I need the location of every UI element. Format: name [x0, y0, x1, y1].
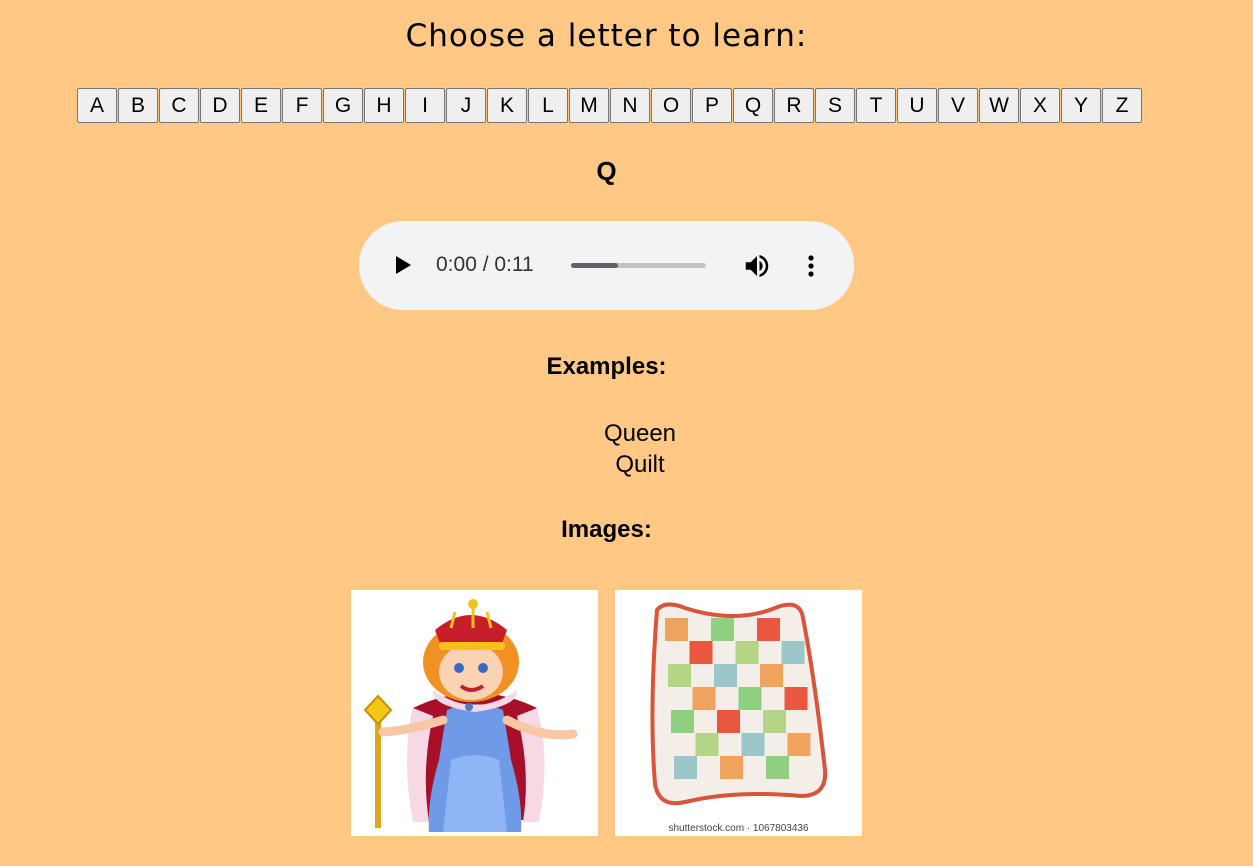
letter-button-x[interactable]: X: [1020, 88, 1060, 123]
quilt-square: [720, 756, 743, 779]
letter-button-n[interactable]: N: [610, 88, 650, 123]
letter-button-f[interactable]: F: [282, 88, 322, 123]
quilt-square: [784, 687, 808, 710]
letter-button-y[interactable]: Y: [1061, 88, 1101, 123]
letter-button-e[interactable]: E: [241, 88, 281, 123]
letter-button-j[interactable]: J: [446, 88, 486, 123]
letter-button-t[interactable]: T: [856, 88, 896, 123]
letter-button-g[interactable]: G: [323, 88, 363, 123]
letter-button-row: ABCDEFGHIJKLMNOPQRSTUVWXYZ: [77, 88, 1143, 123]
queen-image: [351, 590, 598, 836]
letter-button-m[interactable]: M: [569, 88, 609, 123]
quilt-square: [665, 618, 688, 641]
letter-button-w[interactable]: W: [979, 88, 1019, 123]
letter-button-z[interactable]: Z: [1102, 88, 1142, 123]
quilt-square: [711, 618, 734, 641]
quilt-square: [781, 641, 805, 664]
quilt-square: [760, 664, 783, 687]
letter-button-u[interactable]: U: [897, 88, 937, 123]
more-vertical-icon[interactable]: [801, 253, 821, 279]
quilt-square: [689, 641, 713, 664]
letter-button-h[interactable]: H: [364, 88, 404, 123]
quilt-square: [757, 618, 780, 641]
letter-button-q[interactable]: Q: [733, 88, 773, 123]
letter-button-l[interactable]: L: [528, 88, 568, 123]
quilt-square: [717, 710, 740, 733]
quilt-square: [668, 664, 691, 687]
images-heading: Images:: [561, 516, 652, 543]
image-watermark: shutterstock.com · 1067803436: [668, 823, 809, 834]
letter-button-p[interactable]: P: [692, 88, 732, 123]
quilt-square: [671, 710, 694, 733]
quilt-square: [738, 687, 762, 710]
quilt-image: shutterstock.com · 1067803436: [615, 590, 862, 836]
letter-button-r[interactable]: R: [774, 88, 814, 123]
quilt-square: [763, 710, 786, 733]
quilt-square: [674, 756, 697, 779]
letter-button-d[interactable]: D: [200, 88, 240, 123]
selected-letter-heading: Q: [596, 156, 617, 186]
letter-button-o[interactable]: O: [651, 88, 691, 123]
letter-button-c[interactable]: C: [159, 88, 199, 123]
quilt-square: [766, 756, 789, 779]
quilt-square: [695, 733, 719, 756]
letter-button-v[interactable]: V: [938, 88, 978, 123]
audio-player[interactable]: 0:00 / 0:11: [359, 221, 854, 310]
quilt-square: [735, 641, 759, 664]
play-icon[interactable]: [396, 256, 411, 274]
example-list: Queen Quilt: [540, 418, 740, 480]
audio-time: 0:00 / 0:11: [436, 253, 534, 276]
page-title: Choose a letter to learn:: [405, 18, 808, 54]
letter-button-k[interactable]: K: [487, 88, 527, 123]
letter-button-s[interactable]: S: [815, 88, 855, 123]
examples-heading: Examples:: [546, 353, 667, 380]
letter-button-a[interactable]: A: [77, 88, 117, 123]
volume-icon[interactable]: [742, 251, 772, 281]
example-item: Quilt: [615, 451, 665, 478]
quilt-square: [787, 733, 811, 756]
letter-button-b[interactable]: B: [118, 88, 158, 123]
audio-progress-bar[interactable]: [571, 263, 706, 268]
quilt-square: [741, 733, 765, 756]
audio-progress-fill: [571, 263, 619, 268]
letter-button-i[interactable]: I: [405, 88, 445, 123]
quilt-square: [692, 687, 716, 710]
example-item: Queen: [603, 420, 677, 447]
quilt-square: [714, 664, 737, 687]
